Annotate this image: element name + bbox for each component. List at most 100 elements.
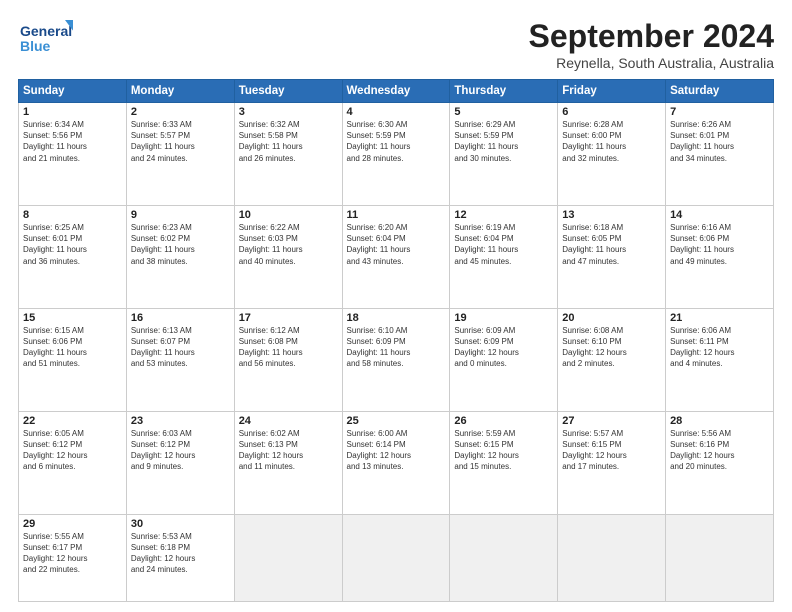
table-row: 3Sunrise: 6:32 AM Sunset: 5:58 PM Daylig… xyxy=(234,103,342,206)
day-number: 25 xyxy=(347,415,446,427)
day-info: Sunrise: 6:12 AM Sunset: 6:08 PM Dayligh… xyxy=(239,325,338,370)
table-row: 30Sunrise: 5:53 AM Sunset: 6:18 PM Dayli… xyxy=(126,514,234,601)
day-number: 17 xyxy=(239,312,338,324)
day-info: Sunrise: 6:06 AM Sunset: 6:11 PM Dayligh… xyxy=(670,325,769,370)
table-row: 26Sunrise: 5:59 AM Sunset: 6:15 PM Dayli… xyxy=(450,411,558,514)
day-number: 4 xyxy=(347,106,446,118)
day-info: Sunrise: 5:57 AM Sunset: 6:15 PM Dayligh… xyxy=(562,428,661,473)
header: General Blue September 2024 Reynella, So… xyxy=(18,18,774,71)
logo: General Blue xyxy=(18,18,73,60)
day-number: 12 xyxy=(454,209,553,221)
table-row: 24Sunrise: 6:02 AM Sunset: 6:13 PM Dayli… xyxy=(234,411,342,514)
table-row: 6Sunrise: 6:28 AM Sunset: 6:00 PM Daylig… xyxy=(558,103,666,206)
day-number: 13 xyxy=(562,209,661,221)
day-number: 29 xyxy=(23,518,122,530)
day-info: Sunrise: 6:23 AM Sunset: 6:02 PM Dayligh… xyxy=(131,222,230,267)
day-info: Sunrise: 6:08 AM Sunset: 6:10 PM Dayligh… xyxy=(562,325,661,370)
page: General Blue September 2024 Reynella, So… xyxy=(0,0,792,612)
col-thursday: Thursday xyxy=(450,80,558,103)
day-number: 23 xyxy=(131,415,230,427)
day-number: 16 xyxy=(131,312,230,324)
col-sunday: Sunday xyxy=(19,80,127,103)
table-row: 7Sunrise: 6:26 AM Sunset: 6:01 PM Daylig… xyxy=(666,103,774,206)
calendar-title: September 2024 xyxy=(529,18,774,55)
day-info: Sunrise: 5:59 AM Sunset: 6:15 PM Dayligh… xyxy=(454,428,553,473)
title-block: September 2024 Reynella, South Australia… xyxy=(529,18,774,71)
day-info: Sunrise: 6:19 AM Sunset: 6:04 PM Dayligh… xyxy=(454,222,553,267)
table-row: 19Sunrise: 6:09 AM Sunset: 6:09 PM Dayli… xyxy=(450,308,558,411)
day-info: Sunrise: 6:29 AM Sunset: 5:59 PM Dayligh… xyxy=(454,119,553,164)
table-row: 27Sunrise: 5:57 AM Sunset: 6:15 PM Dayli… xyxy=(558,411,666,514)
table-row: 20Sunrise: 6:08 AM Sunset: 6:10 PM Dayli… xyxy=(558,308,666,411)
table-row: 22Sunrise: 6:05 AM Sunset: 6:12 PM Dayli… xyxy=(19,411,127,514)
day-number: 14 xyxy=(670,209,769,221)
table-row: 2Sunrise: 6:33 AM Sunset: 5:57 PM Daylig… xyxy=(126,103,234,206)
day-number: 18 xyxy=(347,312,446,324)
table-row: 18Sunrise: 6:10 AM Sunset: 6:09 PM Dayli… xyxy=(342,308,450,411)
table-row xyxy=(558,514,666,601)
day-info: Sunrise: 6:10 AM Sunset: 6:09 PM Dayligh… xyxy=(347,325,446,370)
day-number: 11 xyxy=(347,209,446,221)
table-row: 28Sunrise: 5:56 AM Sunset: 6:16 PM Dayli… xyxy=(666,411,774,514)
calendar-table: Sunday Monday Tuesday Wednesday Thursday… xyxy=(18,79,774,602)
table-row xyxy=(342,514,450,601)
day-number: 5 xyxy=(454,106,553,118)
table-row xyxy=(450,514,558,601)
day-number: 1 xyxy=(23,106,122,118)
table-row: 21Sunrise: 6:06 AM Sunset: 6:11 PM Dayli… xyxy=(666,308,774,411)
day-info: Sunrise: 6:30 AM Sunset: 5:59 PM Dayligh… xyxy=(347,119,446,164)
day-number: 7 xyxy=(670,106,769,118)
day-number: 2 xyxy=(131,106,230,118)
table-row xyxy=(234,514,342,601)
day-number: 19 xyxy=(454,312,553,324)
day-number: 22 xyxy=(23,415,122,427)
table-row: 11Sunrise: 6:20 AM Sunset: 6:04 PM Dayli… xyxy=(342,205,450,308)
day-info: Sunrise: 6:09 AM Sunset: 6:09 PM Dayligh… xyxy=(454,325,553,370)
day-number: 28 xyxy=(670,415,769,427)
table-row: 5Sunrise: 6:29 AM Sunset: 5:59 PM Daylig… xyxy=(450,103,558,206)
table-row: 12Sunrise: 6:19 AM Sunset: 6:04 PM Dayli… xyxy=(450,205,558,308)
day-number: 20 xyxy=(562,312,661,324)
day-info: Sunrise: 6:20 AM Sunset: 6:04 PM Dayligh… xyxy=(347,222,446,267)
table-row: 10Sunrise: 6:22 AM Sunset: 6:03 PM Dayli… xyxy=(234,205,342,308)
svg-text:Blue: Blue xyxy=(20,38,51,54)
day-number: 6 xyxy=(562,106,661,118)
day-number: 21 xyxy=(670,312,769,324)
header-row: Sunday Monday Tuesday Wednesday Thursday… xyxy=(19,80,774,103)
day-info: Sunrise: 6:03 AM Sunset: 6:12 PM Dayligh… xyxy=(131,428,230,473)
day-number: 26 xyxy=(454,415,553,427)
day-info: Sunrise: 6:16 AM Sunset: 6:06 PM Dayligh… xyxy=(670,222,769,267)
col-friday: Friday xyxy=(558,80,666,103)
table-row: 14Sunrise: 6:16 AM Sunset: 6:06 PM Dayli… xyxy=(666,205,774,308)
day-number: 30 xyxy=(131,518,230,530)
day-number: 10 xyxy=(239,209,338,221)
day-info: Sunrise: 6:26 AM Sunset: 6:01 PM Dayligh… xyxy=(670,119,769,164)
day-info: Sunrise: 6:25 AM Sunset: 6:01 PM Dayligh… xyxy=(23,222,122,267)
table-row: 23Sunrise: 6:03 AM Sunset: 6:12 PM Dayli… xyxy=(126,411,234,514)
day-info: Sunrise: 6:13 AM Sunset: 6:07 PM Dayligh… xyxy=(131,325,230,370)
day-info: Sunrise: 6:22 AM Sunset: 6:03 PM Dayligh… xyxy=(239,222,338,267)
col-monday: Monday xyxy=(126,80,234,103)
day-info: Sunrise: 6:28 AM Sunset: 6:00 PM Dayligh… xyxy=(562,119,661,164)
day-info: Sunrise: 5:53 AM Sunset: 6:18 PM Dayligh… xyxy=(131,531,230,576)
day-number: 3 xyxy=(239,106,338,118)
table-row: 8Sunrise: 6:25 AM Sunset: 6:01 PM Daylig… xyxy=(19,205,127,308)
table-row: 1Sunrise: 6:34 AM Sunset: 5:56 PM Daylig… xyxy=(19,103,127,206)
day-number: 15 xyxy=(23,312,122,324)
day-number: 8 xyxy=(23,209,122,221)
day-info: Sunrise: 6:15 AM Sunset: 6:06 PM Dayligh… xyxy=(23,325,122,370)
svg-text:General: General xyxy=(20,23,72,39)
day-number: 27 xyxy=(562,415,661,427)
table-row: 9Sunrise: 6:23 AM Sunset: 6:02 PM Daylig… xyxy=(126,205,234,308)
table-row: 13Sunrise: 6:18 AM Sunset: 6:05 PM Dayli… xyxy=(558,205,666,308)
calendar-location: Reynella, South Australia, Australia xyxy=(529,55,774,71)
table-row: 15Sunrise: 6:15 AM Sunset: 6:06 PM Dayli… xyxy=(19,308,127,411)
day-info: Sunrise: 5:56 AM Sunset: 6:16 PM Dayligh… xyxy=(670,428,769,473)
day-info: Sunrise: 6:32 AM Sunset: 5:58 PM Dayligh… xyxy=(239,119,338,164)
day-info: Sunrise: 6:02 AM Sunset: 6:13 PM Dayligh… xyxy=(239,428,338,473)
day-number: 9 xyxy=(131,209,230,221)
col-saturday: Saturday xyxy=(666,80,774,103)
table-row: 16Sunrise: 6:13 AM Sunset: 6:07 PM Dayli… xyxy=(126,308,234,411)
col-tuesday: Tuesday xyxy=(234,80,342,103)
day-info: Sunrise: 6:33 AM Sunset: 5:57 PM Dayligh… xyxy=(131,119,230,164)
